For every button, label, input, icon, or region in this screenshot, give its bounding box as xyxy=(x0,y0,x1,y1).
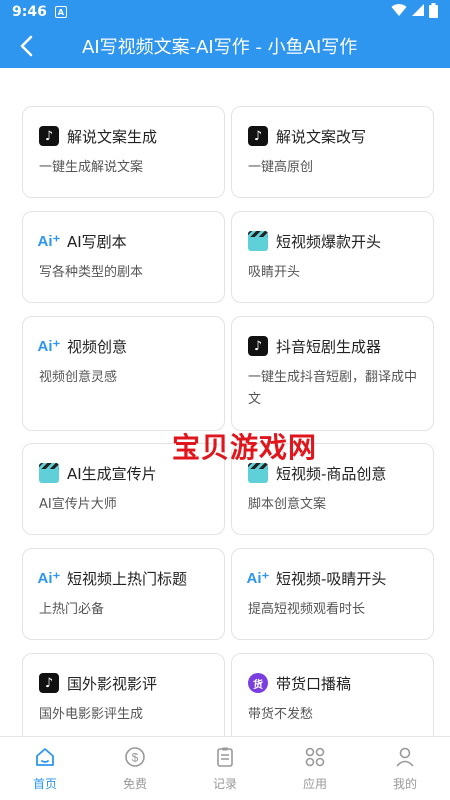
tool-card-title: 短视频上热门标题 xyxy=(67,569,188,588)
battery-icon xyxy=(429,2,438,22)
tool-card-header: Ai⁺ AI写剧本 xyxy=(37,230,208,252)
sim-icon: A xyxy=(54,6,67,18)
ai-icon: Ai⁺ xyxy=(246,570,270,587)
signal-icon xyxy=(411,3,425,21)
tab-label: 应用 xyxy=(302,777,327,791)
tool-card-title: 短视频-吸睛开头 xyxy=(276,569,387,588)
tool-card-header: ♪ 解说文案生成 xyxy=(39,125,208,147)
tool-card-title: 国外影视影评 xyxy=(67,674,158,693)
tool-card-header: 货带货口播稿 xyxy=(248,672,417,694)
ai-icon: Ai⁺ xyxy=(37,233,61,250)
tool-card[interactable]: Ai⁺ 短视频上热门标题上热门必备 xyxy=(22,548,225,640)
tool-card-title: 短视频爆款开头 xyxy=(276,232,382,251)
tab-label: 我的 xyxy=(392,777,417,791)
tool-card-title: 视频创意 xyxy=(67,337,128,356)
svg-text:$: $ xyxy=(132,751,139,765)
tool-card[interactable]: 短视频爆款开头吸睛开头 xyxy=(231,211,434,303)
tab-user[interactable]: 我的 xyxy=(360,737,450,800)
tool-card-header: Ai⁺ 视频创意 xyxy=(37,335,208,357)
tool-card-description: 提高短视频观看时长 xyxy=(248,602,366,617)
tool-card[interactable]: Ai⁺ 视频创意视频创意灵感 xyxy=(22,316,225,431)
wifi-icon xyxy=(391,3,407,21)
tab-label: 记录 xyxy=(212,777,237,791)
tiktok-icon: ♪ xyxy=(39,673,59,693)
tab-label: 首页 xyxy=(32,777,57,791)
page-title: AI写视频文案-AI写作 - 小鱼AI写作 xyxy=(82,37,358,58)
tool-card-header: Ai⁺ 短视频上热门标题 xyxy=(37,567,208,589)
tool-card[interactable]: ♪ 抖音短剧生成器一键生成抖音短剧，翻译成中文 xyxy=(231,316,434,431)
tab-dollar[interactable]: $ 免费 xyxy=(90,737,180,800)
tiktok-icon: ♪ xyxy=(248,336,268,356)
tool-card-description: 国外电影影评生成 xyxy=(39,707,144,722)
tool-card[interactable]: ♪ 国外影视影评国外电影影评生成 xyxy=(22,653,225,736)
tool-card-header: Ai⁺ 短视频-吸睛开头 xyxy=(246,567,417,589)
back-button[interactable] xyxy=(0,24,52,68)
watermark: 宝贝游戏网 xyxy=(172,431,318,464)
tool-card[interactable]: Ai⁺ AI写剧本写各种类型的剧本 xyxy=(22,211,225,303)
tiktok-icon: ♪ xyxy=(39,126,59,146)
back-arrow-icon xyxy=(20,35,33,57)
tool-card-title: 解说文案改写 xyxy=(276,127,367,146)
user-icon xyxy=(393,745,417,769)
clapper-icon xyxy=(39,463,59,483)
main-content: ♪ 解说文案生成一键生成解说文案 ♪ 解说文案改写一键高原创 Ai⁺ AI写剧本写各种类型… xyxy=(0,68,450,736)
tool-card[interactable]: ♪ 解说文案生成一键生成解说文案 xyxy=(22,106,225,198)
tool-card-title: 抖音短剧生成器 xyxy=(276,337,382,356)
status-time: 9:46 xyxy=(12,4,47,20)
clapper-icon xyxy=(248,463,268,483)
tool-card-title: AI写剧本 xyxy=(67,232,127,251)
goods-icon: 货 xyxy=(248,673,268,693)
tool-card-header: ♪ 国外影视影评 xyxy=(39,672,208,694)
tool-card-description: 写各种类型的剧本 xyxy=(39,265,144,280)
tab-label: 免费 xyxy=(122,777,147,791)
tab-home[interactable]: 首页 xyxy=(0,737,90,800)
clapper-icon xyxy=(248,231,268,251)
app-bar: AI写视频文案-AI写作 - 小鱼AI写作 xyxy=(0,24,450,68)
tool-card-description: AI宣传片大师 xyxy=(39,497,117,512)
clipboard-icon xyxy=(213,745,237,769)
tool-card-title: AI生成宣传片 xyxy=(67,464,157,483)
apps-icon xyxy=(303,745,327,769)
bottom-tab-bar: 首页 $ 免费 记录 应用 我的 xyxy=(0,736,450,800)
tool-card-header: ♪ 抖音短剧生成器 xyxy=(248,335,417,357)
tiktok-icon: ♪ xyxy=(248,126,268,146)
tool-card[interactable]: 货带货口播稿带货不发愁 xyxy=(231,653,434,736)
status-bar: 9:46 A xyxy=(0,0,450,24)
dollar-icon: $ xyxy=(123,745,147,769)
home-icon xyxy=(33,745,57,769)
tool-card[interactable]: Ai⁺ 短视频-吸睛开头提高短视频观看时长 xyxy=(231,548,434,640)
tool-card-description: 吸睛开头 xyxy=(248,265,301,280)
tool-card-title: 带货口播稿 xyxy=(276,674,352,693)
tool-card[interactable]: ♪ 解说文案改写一键高原创 xyxy=(231,106,434,198)
tab-clipboard[interactable]: 记录 xyxy=(180,737,270,800)
ai-icon: Ai⁺ xyxy=(37,570,61,587)
tab-apps[interactable]: 应用 xyxy=(270,737,360,800)
tool-card-description: 上热门必备 xyxy=(39,602,105,617)
tool-card-header: ♪ 解说文案改写 xyxy=(248,125,417,147)
tool-card-header: 短视频爆款开头 xyxy=(248,230,417,252)
ai-icon: Ai⁺ xyxy=(37,338,61,355)
tool-card-description: 脚本创意文案 xyxy=(248,497,327,512)
tool-card-description: 一键生成抖音短剧，翻译成中文 xyxy=(248,370,418,407)
tool-card-description: 一键高原创 xyxy=(248,160,314,175)
tool-card-description: 视频创意灵感 xyxy=(39,370,118,385)
tool-card-description: 一键生成解说文案 xyxy=(39,160,144,175)
tool-card-title: 解说文案生成 xyxy=(67,127,158,146)
tool-card-description: 带货不发愁 xyxy=(248,707,314,722)
